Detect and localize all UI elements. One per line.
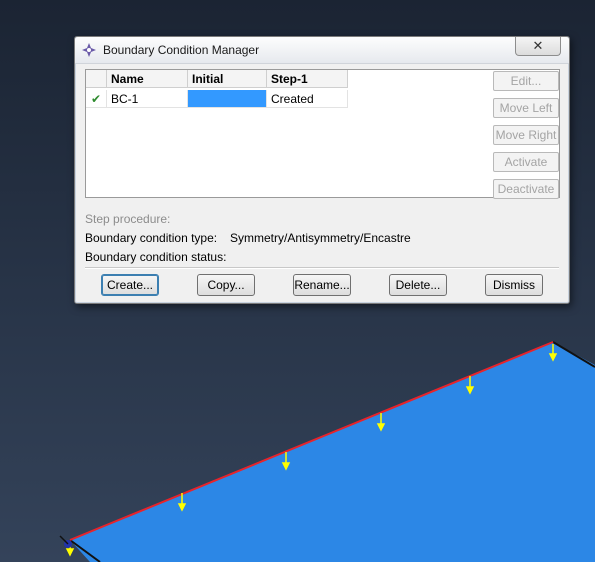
row-name-cell[interactable]: BC-1 bbox=[107, 90, 188, 108]
table-header: Name Initial Step-1 bbox=[86, 70, 348, 88]
boundary-condition-manager-dialog: Boundary Condition Manager ✕ Name Initia… bbox=[74, 36, 570, 304]
bc-type-label: Boundary condition type: bbox=[85, 231, 218, 245]
status-check-icon: ✔ bbox=[86, 90, 107, 108]
edit-button[interactable]: Edit... bbox=[493, 71, 559, 91]
column-header-step1[interactable]: Step-1 bbox=[267, 70, 348, 88]
step-procedure-label: Step procedure: bbox=[85, 212, 171, 226]
table-row[interactable]: ✔ BC-1 Created bbox=[86, 90, 348, 108]
dismiss-button[interactable]: Dismiss bbox=[485, 274, 543, 296]
bc-status-label: Boundary condition status: bbox=[85, 250, 227, 264]
dialog-title: Boundary Condition Manager bbox=[103, 43, 260, 57]
rename-button[interactable]: Rename... bbox=[293, 274, 351, 296]
close-button[interactable]: ✕ bbox=[515, 37, 561, 56]
copy-button[interactable]: Copy... bbox=[197, 274, 255, 296]
bc-type-value: Symmetry/Antisymmetry/Encastre bbox=[230, 231, 411, 245]
bc-type-row: Boundary condition type: Symmetry/Antisy… bbox=[85, 231, 411, 245]
close-icon: ✕ bbox=[532, 38, 544, 53]
column-header-initial[interactable]: Initial bbox=[188, 70, 267, 88]
part-surface[interactable] bbox=[70, 342, 595, 562]
bc-table: Name Initial Step-1 ✔ BC-1 Created bbox=[85, 69, 560, 198]
dialog-titlebar[interactable]: Boundary Condition Manager ✕ bbox=[75, 37, 569, 64]
triad-icon bbox=[59, 535, 72, 548]
row-initial-cell[interactable] bbox=[188, 90, 267, 108]
row-step1-cell[interactable]: Created bbox=[267, 90, 348, 108]
deactivate-button[interactable]: Deactivate bbox=[493, 179, 559, 199]
move-right-button[interactable]: Move Right bbox=[493, 125, 559, 145]
delete-button[interactable]: Delete... bbox=[389, 274, 447, 296]
column-header-name[interactable]: Name bbox=[107, 70, 188, 88]
column-header-status bbox=[86, 70, 107, 88]
activate-button[interactable]: Activate bbox=[493, 152, 559, 172]
move-left-button[interactable]: Move Left bbox=[493, 98, 559, 118]
create-button[interactable]: Create... bbox=[101, 274, 159, 296]
dialog-separator bbox=[85, 267, 559, 269]
abaqus-app-icon bbox=[82, 43, 96, 57]
